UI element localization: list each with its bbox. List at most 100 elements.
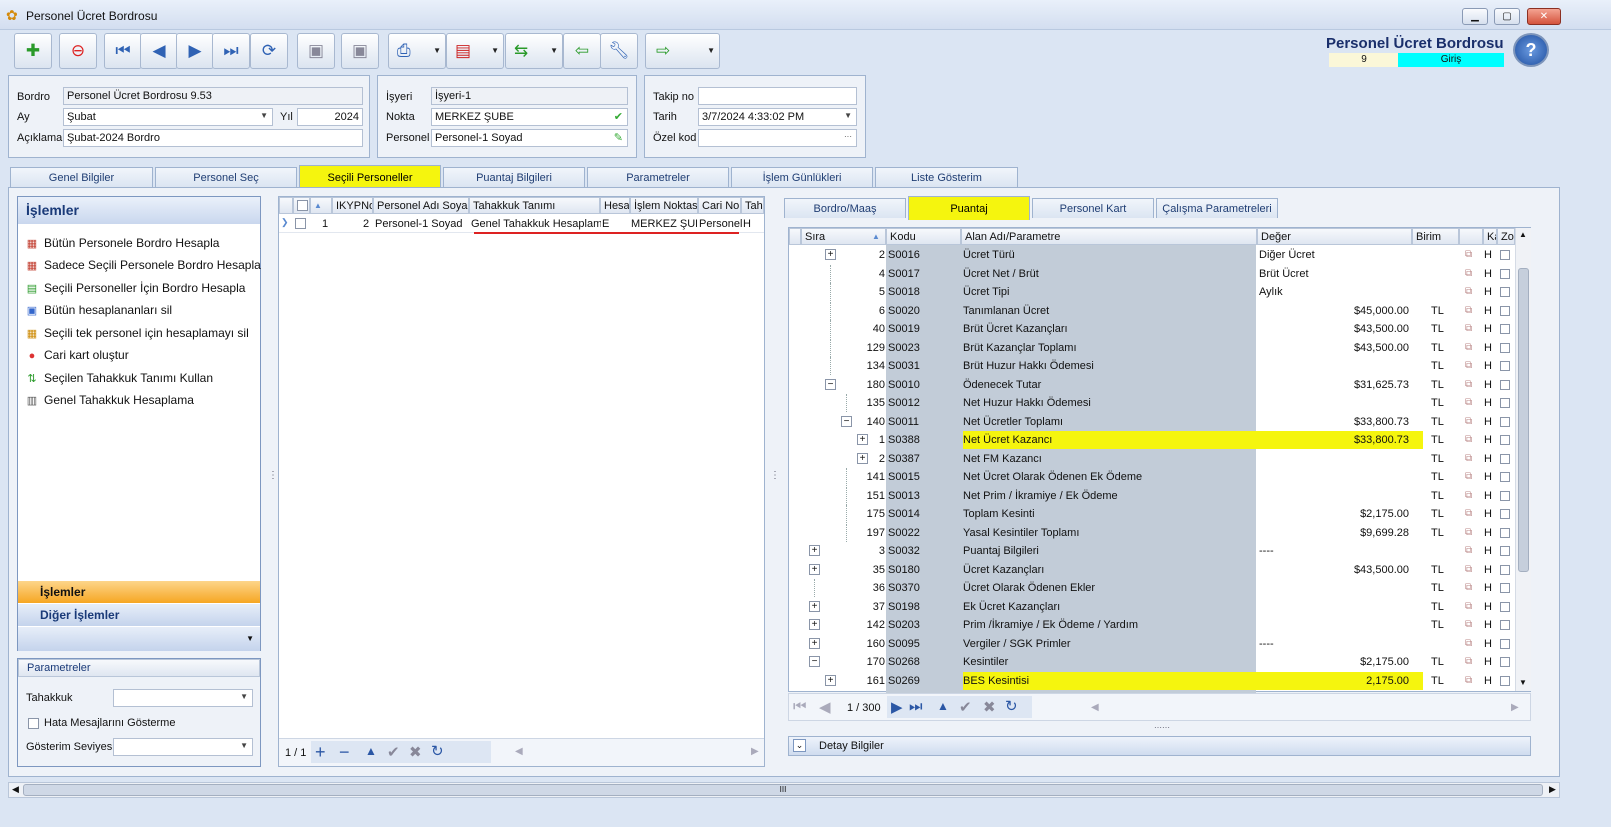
row-checkbox[interactable] — [1500, 250, 1510, 260]
tree-row[interactable]: +37 S0198 Ek Ücret Kazançları TL ⧉ H — [789, 598, 1513, 617]
scroll-down-icon[interactable]: ▼ — [1519, 678, 1527, 687]
first-record-button[interactable]: ⏮ — [104, 33, 142, 69]
splitter-handle[interactable]: ⋯⋯ — [1154, 723, 1170, 732]
tarih-field[interactable]: 3/7/2024 4:33:02 PM ▼ — [698, 108, 857, 126]
row-checkbox[interactable] — [1500, 472, 1510, 482]
cancel-icon[interactable]: ✖ — [409, 743, 422, 761]
help-button[interactable]: ? — [1513, 33, 1549, 67]
table-row[interactable]: ❯ 1 2 Personel-1 Soyad Genel Tahakkuk He… — [279, 215, 764, 234]
row-checkbox[interactable] — [1500, 527, 1510, 538]
last-record-button[interactable]: ⏭ — [212, 33, 250, 69]
tab-personel-sec[interactable]: Personel Seç — [155, 167, 297, 187]
row-checkbox[interactable] — [1500, 435, 1510, 445]
scroll-thumb[interactable] — [1518, 268, 1529, 572]
row-checkbox[interactable] — [1500, 398, 1510, 408]
col-kodu[interactable]: Kodu — [886, 228, 961, 245]
ay-select[interactable]: Şubat ▼ — [63, 108, 273, 126]
select-all-checkbox[interactable] — [297, 200, 308, 211]
row-copy-icon[interactable]: ⧉ — [1465, 286, 1472, 297]
isyeri-field[interactable]: İşyeri-1 — [431, 87, 628, 105]
tree-row[interactable]: 36 S0370 Ücret Olarak Ödenen Ekler TL ⧉ H — [789, 579, 1513, 598]
cancel-save-button[interactable]: ▣ — [341, 33, 379, 69]
row-checkbox[interactable] — [1500, 601, 1510, 612]
row-checkbox[interactable] — [1500, 453, 1510, 464]
row-copy-icon[interactable]: ⧉ — [1465, 638, 1472, 649]
scroll-right-icon[interactable]: ▶ — [751, 746, 759, 757]
tab-parametreler[interactable]: Parametreler — [587, 167, 729, 187]
up-icon[interactable]: ▲ — [365, 744, 377, 758]
expand-toggle-icon[interactable]: + — [809, 637, 820, 649]
exit-button[interactable]: ⇨ ▼ — [645, 33, 720, 69]
row-copy-icon[interactable]: ⧉ — [1465, 268, 1472, 279]
row-copy-icon[interactable]: ⧉ — [1465, 249, 1472, 260]
row-copy-icon[interactable]: ⧉ — [1465, 675, 1472, 686]
add-icon[interactable]: + — [315, 742, 326, 763]
tools-button[interactable]: 🔧︎ — [600, 33, 638, 69]
takip-field[interactable] — [698, 87, 857, 105]
row-copy-icon[interactable]: ⧉ — [1465, 397, 1472, 408]
prev-record-button[interactable]: ◀ — [140, 33, 178, 69]
tree-row[interactable]: +35 S0180 Ücret Kazançları $43,500.00 TL ⧉ H — [789, 561, 1513, 580]
check-icon[interactable]: ✔ — [959, 698, 972, 716]
scroll-right-icon[interactable]: ▶ — [1549, 784, 1556, 795]
col-alan-adi[interactable]: Alan Adı/Parametre — [961, 228, 1257, 245]
expand-toggle-icon[interactable]: + — [809, 563, 820, 575]
horizontal-scrollbar[interactable]: ◀ III ▶ — [8, 782, 1560, 798]
row-checkbox[interactable] — [1500, 268, 1510, 279]
col-cari-no[interactable]: Cari No — [698, 197, 741, 214]
row-checkbox[interactable] — [1500, 620, 1510, 630]
col-deger[interactable]: Değer — [1257, 228, 1412, 245]
group-diger-islemler[interactable]: Diğer İşlemler — [18, 604, 260, 626]
col-birim[interactable]: Birim — [1412, 228, 1459, 245]
tree-row[interactable]: 135 S0012 Net Huzur Hakkı Ödemesi TL ⧉ H — [789, 394, 1513, 413]
row-copy-icon[interactable]: ⧉ — [1465, 490, 1472, 501]
expand-toggle-icon[interactable]: + — [825, 249, 836, 260]
hata-checkbox[interactable] — [28, 718, 39, 729]
next-record-button[interactable]: ▶ — [176, 33, 214, 69]
op-item[interactable]: ▦ Seçili tek personel için hesaplamayı si… — [24, 322, 249, 344]
col-tahakkuk[interactable]: Tahakkuk Tanımı — [469, 197, 600, 214]
subtab-calisma-parametreleri[interactable]: Çalışma Parametreleri — [1156, 198, 1278, 218]
expand-toggle-icon[interactable]: + — [809, 600, 820, 612]
row-checkbox[interactable] — [1500, 509, 1510, 519]
row-checkbox[interactable] — [1500, 416, 1510, 427]
col-ka[interactable]: Ka — [1483, 228, 1497, 245]
tree-row[interactable]: +160 S0095 Vergiler / SGK Primler ---- ⧉ H — [789, 635, 1513, 654]
row-checkbox[interactable] — [1500, 546, 1510, 556]
aciklama-field[interactable]: Şubat-2024 Bordro — [63, 129, 363, 147]
row-copy-icon[interactable]: ⧉ — [1465, 453, 1472, 464]
expand-toggle-icon[interactable]: − — [809, 656, 820, 667]
select-all-header[interactable] — [293, 197, 310, 214]
row-copy-icon[interactable]: ⧉ — [1465, 434, 1472, 445]
subtab-bordro-maas[interactable]: Bordro/Maaş — [784, 198, 906, 218]
row-checkbox[interactable] — [1500, 361, 1510, 371]
personel-field[interactable]: Personel-1 Soyad ✎ — [431, 129, 628, 147]
op-item[interactable]: ▦ Bütün Personele Bordro Hesapla — [24, 232, 220, 254]
tree-row[interactable]: +161 S0269 BES Kesintisi 2,175.00 TL ⧉ H — [789, 671, 1513, 691]
row-checkbox[interactable] — [1500, 324, 1510, 334]
col-ikypno[interactable]: IKYPNo — [332, 197, 373, 214]
tab-genel-bilgiler[interactable]: Genel Bilgiler — [10, 167, 153, 187]
cancel-icon[interactable]: ✖ — [983, 698, 996, 716]
op-item[interactable]: ⇅ Seçilen Tahakkuk Tanımı Kullan — [24, 367, 213, 389]
check-icon[interactable]: ✔ — [387, 743, 400, 761]
row-copy-icon[interactable]: ⧉ — [1465, 545, 1472, 556]
scroll-left-icon[interactable]: ◀ — [1091, 702, 1099, 713]
row-copy-icon[interactable]: ⧉ — [1465, 601, 1472, 612]
group-more[interactable]: ▼ — [18, 627, 260, 651]
op-item[interactable]: ▦ Sadece Seçili Personele Bordro Hesapla — [24, 254, 261, 276]
row-copy-icon[interactable]: ⧉ — [1465, 342, 1472, 353]
bordro-field[interactable]: Personel Ücret Bordrosu 9.53 — [63, 87, 363, 105]
next-page-icon[interactable]: ▶ — [891, 698, 903, 716]
tab-puantaj-bilgileri[interactable]: Puantaj Bilgileri — [443, 167, 585, 187]
row-checkbox[interactable] — [1500, 583, 1510, 593]
row-copy-icon[interactable]: ⧉ — [1465, 619, 1472, 630]
op-item[interactable]: ▤ Seçili Personeller İçin Bordro Hesapla — [24, 277, 246, 299]
nokta-field[interactable]: MERKEZ ŞUBE ✔ — [431, 108, 628, 126]
expand-toggle-icon[interactable]: − — [825, 378, 836, 390]
tree-row[interactable]: 5 S0018 Ücret Tipi Aylık ⧉ H — [789, 283, 1513, 302]
row-copy-icon[interactable]: ⧉ — [1465, 360, 1472, 371]
up-icon[interactable]: ▲ — [937, 699, 949, 713]
tree-row[interactable]: 4 S0017 Ücret Net / Brüt Brüt Ücret ⧉ H — [789, 264, 1513, 284]
sort-header[interactable]: ▲ — [310, 197, 332, 214]
